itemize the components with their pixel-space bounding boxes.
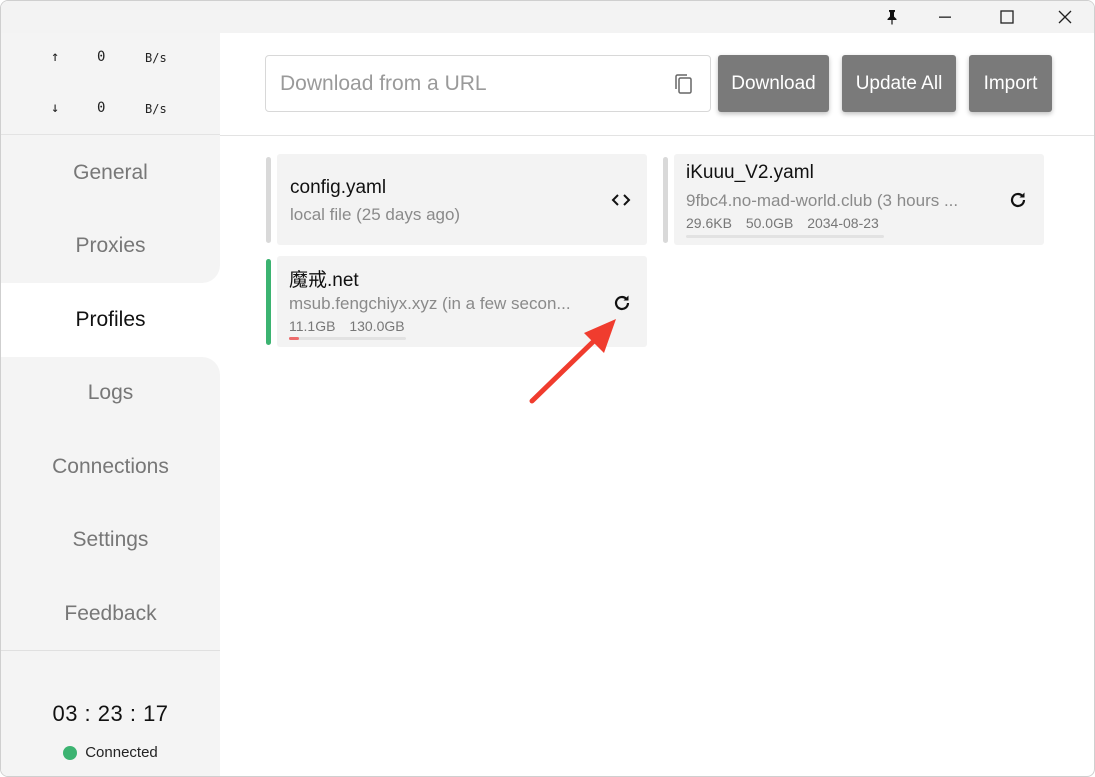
sidebar-item-settings[interactable]: Settings <box>1 503 220 577</box>
profile-name: config.yaml <box>290 177 387 198</box>
usage-used: 29.6KB <box>686 215 732 231</box>
profile-active-indicator <box>266 259 271 345</box>
download-unit: B/s <box>145 102 167 116</box>
url-field <box>265 55 711 112</box>
profile-subtitle: local file (25 days ago) <box>290 205 461 224</box>
expire-date: 2034-08-23 <box>807 215 879 231</box>
download-button[interactable]: Download <box>718 55 829 112</box>
profile-name: 魔戒.net <box>289 270 359 291</box>
profile-name: iKuuu_V2.yaml <box>686 162 814 183</box>
sidebar-item-profiles[interactable]: Profiles <box>1 283 220 357</box>
sidebar-nav: General Proxies Profiles Logs Connection… <box>1 136 220 651</box>
download-arrow-icon: ↓ <box>51 100 60 116</box>
pin-icon[interactable] <box>869 1 915 33</box>
download-speed: ↓ 0 B/s <box>1 100 220 120</box>
usage-total: 50.0GB <box>745 215 794 231</box>
minimize-icon[interactable] <box>922 1 968 33</box>
close-icon[interactable] <box>1042 1 1088 33</box>
refresh-icon[interactable] <box>611 292 633 314</box>
profile-indicator <box>266 157 271 243</box>
connection-label: Connected <box>85 744 158 761</box>
profile-subtitle: 9fbc4.no-mad-world.club (3 hours ... <box>686 191 959 210</box>
connection-status: Connected <box>1 744 220 761</box>
import-button[interactable]: Import <box>969 55 1052 112</box>
sidebar-item-general[interactable]: General <box>1 136 220 210</box>
code-icon[interactable] <box>610 189 632 211</box>
status-panel: 03 : 23 : 17 Connected <box>1 650 220 776</box>
profile-usage-meta: 29.6KB 50.0GB 2034-08-23 <box>686 215 889 231</box>
usage-used: 11.1GB <box>289 318 336 334</box>
upload-speed: ↑ 0 B/s <box>1 49 220 69</box>
usage-bar-fill <box>289 337 299 340</box>
maximize-icon[interactable] <box>984 1 1030 33</box>
upload-value: 0 <box>97 49 106 65</box>
sidebar-item-logs[interactable]: Logs <box>1 356 220 430</box>
sidebar-item-proxies[interactable]: Proxies <box>1 209 220 283</box>
refresh-icon[interactable] <box>1007 189 1029 211</box>
sidebar-item-connections[interactable]: Connections <box>1 430 220 504</box>
paste-icon[interactable] <box>672 73 694 95</box>
profile-card-mojie[interactable]: 魔戒.net msub.fengchiyx.xyz (in a few seco… <box>277 256 647 347</box>
title-bar <box>1 1 1094 33</box>
usage-bar <box>289 337 406 340</box>
status-dot-icon <box>63 745 78 760</box>
url-input[interactable] <box>280 56 660 111</box>
profiles-header: Download Update All Import <box>220 33 1094 136</box>
upload-arrow-icon: ↑ <box>51 49 60 65</box>
usage-bar <box>686 235 884 238</box>
profile-card-config[interactable]: config.yaml local file (25 days ago) <box>277 154 647 245</box>
profile-card-ikuuu[interactable]: iKuuu_V2.yaml 9fbc4.no-mad-world.club (3… <box>674 154 1044 245</box>
profile-subtitle: msub.fengchiyx.xyz (in a few secon... <box>289 294 571 313</box>
traffic-monitor: ↑ 0 B/s ↓ 0 B/s <box>1 33 220 135</box>
usage-total: 130.0GB <box>349 318 405 334</box>
update-all-button[interactable]: Update All <box>842 55 956 112</box>
upload-unit: B/s <box>145 51 167 65</box>
app-window: ↑ 0 B/s ↓ 0 B/s General Proxies Profiles… <box>0 0 1095 777</box>
profile-usage-meta: 11.1GB 130.0GB <box>289 318 415 334</box>
download-value: 0 <box>97 100 106 116</box>
sidebar-item-feedback[interactable]: Feedback <box>1 577 220 651</box>
profile-indicator <box>663 157 668 243</box>
sidebar: ↑ 0 B/s ↓ 0 B/s General Proxies Profiles… <box>1 33 220 776</box>
uptime-clock: 03 : 23 : 17 <box>52 701 169 726</box>
